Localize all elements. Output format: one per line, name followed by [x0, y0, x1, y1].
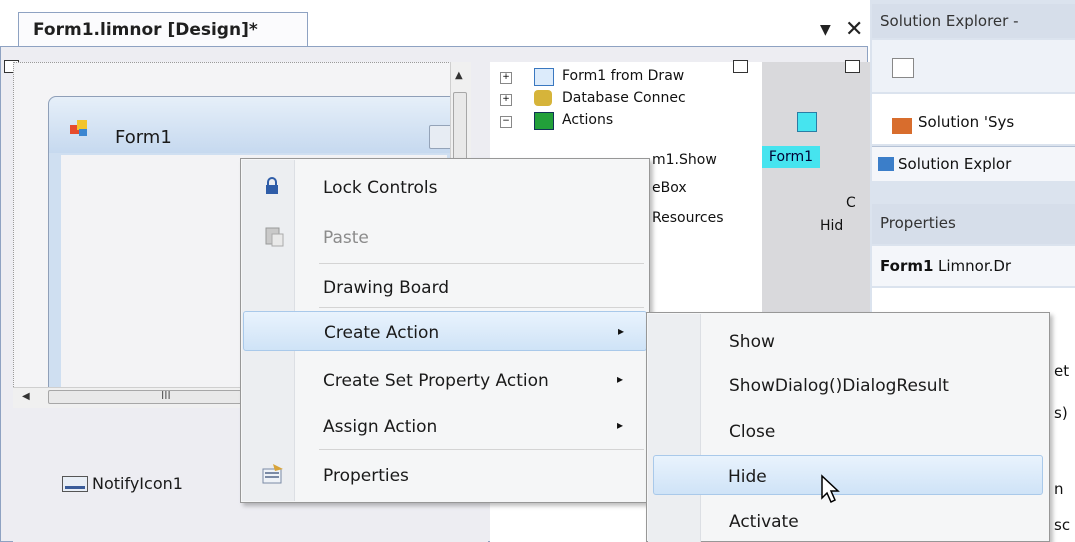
submenu-item-label: Activate: [729, 512, 799, 532]
menu-item-label: Drawing Board: [323, 278, 450, 298]
object-name: Form1: [880, 257, 934, 275]
solution-explorer-icon: [878, 157, 894, 171]
form-title: Form1: [115, 127, 172, 148]
menu-item-label: Paste: [323, 228, 369, 248]
solution-explorer-header: Solution Explorer -: [872, 4, 1075, 38]
tab-label: Form1.limnor [Design]*: [33, 20, 258, 40]
submenu-item-showdialog[interactable]: ShowDialog()DialogResult: [649, 365, 1047, 405]
tree-item-label: Form1 from Draw: [562, 68, 685, 84]
submenu-item-close[interactable]: Close: [649, 411, 1047, 451]
property-row[interactable]: n: [1054, 480, 1064, 498]
form-component-label[interactable]: Form1: [762, 146, 820, 168]
property-row[interactable]: sc: [1054, 516, 1070, 534]
notifyicon-label[interactable]: NotifyIcon1: [92, 474, 183, 493]
scroll-left-icon[interactable]: ◀: [22, 391, 30, 402]
menu-item-label: Create Action: [324, 323, 440, 343]
context-menu: Lock Controls Paste Drawing Board Create…: [240, 158, 650, 503]
restore-icon[interactable]: [733, 60, 748, 73]
properties-icon: [261, 463, 285, 489]
menu-item-label: Lock Controls: [323, 178, 438, 198]
tree-item-label: Actions: [562, 112, 614, 128]
properties-toolbar-icon[interactable]: [892, 58, 914, 78]
menu-separator: [319, 449, 644, 450]
property-row[interactable]: s): [1054, 404, 1068, 422]
submenu-item-hide[interactable]: Hide: [653, 455, 1043, 495]
menu-item-drawing-board[interactable]: Drawing Board: [243, 267, 647, 307]
restore-icon[interactable]: [845, 60, 860, 73]
menu-item-label: Create Set Property Action: [323, 371, 549, 391]
menu-separator: [319, 307, 644, 308]
form-component-icon[interactable]: [797, 112, 817, 132]
tab-form1-design[interactable]: Form1.limnor [Design]*: [18, 12, 308, 46]
notifyicon-icon: [62, 476, 88, 492]
menu-item-label: Assign Action: [323, 417, 438, 437]
submenu-arrow-icon: ▸: [617, 372, 624, 386]
actions-icon: [534, 112, 554, 130]
menu-separator: [319, 263, 644, 264]
expand-icon[interactable]: +: [500, 94, 512, 106]
tree-item-label[interactable]: eBox: [652, 180, 687, 196]
tree-item-label: Database Connec: [562, 90, 686, 106]
properties-header: Properties: [872, 204, 1075, 244]
tree-item-label[interactable]: m1.Show: [652, 152, 717, 168]
menu-item-create-action[interactable]: Create Action ▸: [243, 311, 647, 351]
dropdown-arrow-icon[interactable]: ▼: [820, 22, 831, 38]
expand-icon[interactable]: +: [500, 72, 512, 84]
lock-icon: [265, 177, 279, 199]
scroll-grip: III: [161, 389, 171, 402]
mouse-cursor-icon: [820, 474, 842, 508]
submenu-item-activate[interactable]: Activate: [649, 501, 1047, 541]
collapse-icon[interactable]: −: [500, 116, 512, 128]
close-icon[interactable]: ✕: [845, 17, 863, 42]
menu-item-label: Properties: [323, 466, 409, 486]
menu-item-create-set-property-action[interactable]: Create Set Property Action ▸: [243, 360, 647, 400]
form-titlebar: Form1: [49, 97, 457, 153]
menu-item-assign-action[interactable]: Assign Action ▸: [243, 406, 647, 446]
panel-title: Properties: [880, 214, 956, 232]
solution-item[interactable]: Solution 'Sys: [918, 113, 1014, 131]
object-type: Limnor.Dr: [938, 257, 1012, 275]
menu-item-paste: Paste: [243, 217, 647, 257]
solution-icon: [892, 118, 912, 134]
action-label-hide: Hid: [820, 218, 844, 234]
properties-object-row[interactable]: Form1 Limnor.Dr: [872, 246, 1075, 286]
create-action-submenu: Show ShowDialog()DialogResult Close Hide…: [646, 312, 1050, 542]
form-tree-icon: [534, 68, 554, 86]
menu-item-properties[interactable]: Properties: [243, 455, 647, 495]
submenu-item-show[interactable]: Show: [649, 321, 1047, 361]
submenu-item-label: Show: [729, 332, 775, 352]
submenu-item-label: ShowDialog()DialogResult: [729, 376, 949, 396]
submenu-item-label: Hide: [728, 467, 767, 487]
property-row[interactable]: et: [1054, 362, 1069, 380]
solution-explorer-tab[interactable]: Solution Explor: [872, 146, 1075, 181]
paste-icon: [263, 225, 285, 251]
submenu-arrow-icon: ▸: [618, 324, 625, 338]
action-label-c: C: [846, 195, 856, 211]
form-icon: [69, 119, 89, 137]
menu-item-lock-controls[interactable]: Lock Controls: [243, 167, 647, 207]
submenu-arrow-icon: ▸: [617, 418, 624, 432]
panel-title: Solution Explorer -: [880, 12, 1019, 30]
scroll-up-icon[interactable]: ▲: [455, 70, 463, 81]
database-icon: [534, 90, 552, 106]
solution-explorer-tab-label: Solution Explor: [898, 155, 1012, 173]
tree-item-label[interactable]: Resources: [652, 210, 724, 226]
submenu-item-label: Close: [729, 422, 776, 442]
